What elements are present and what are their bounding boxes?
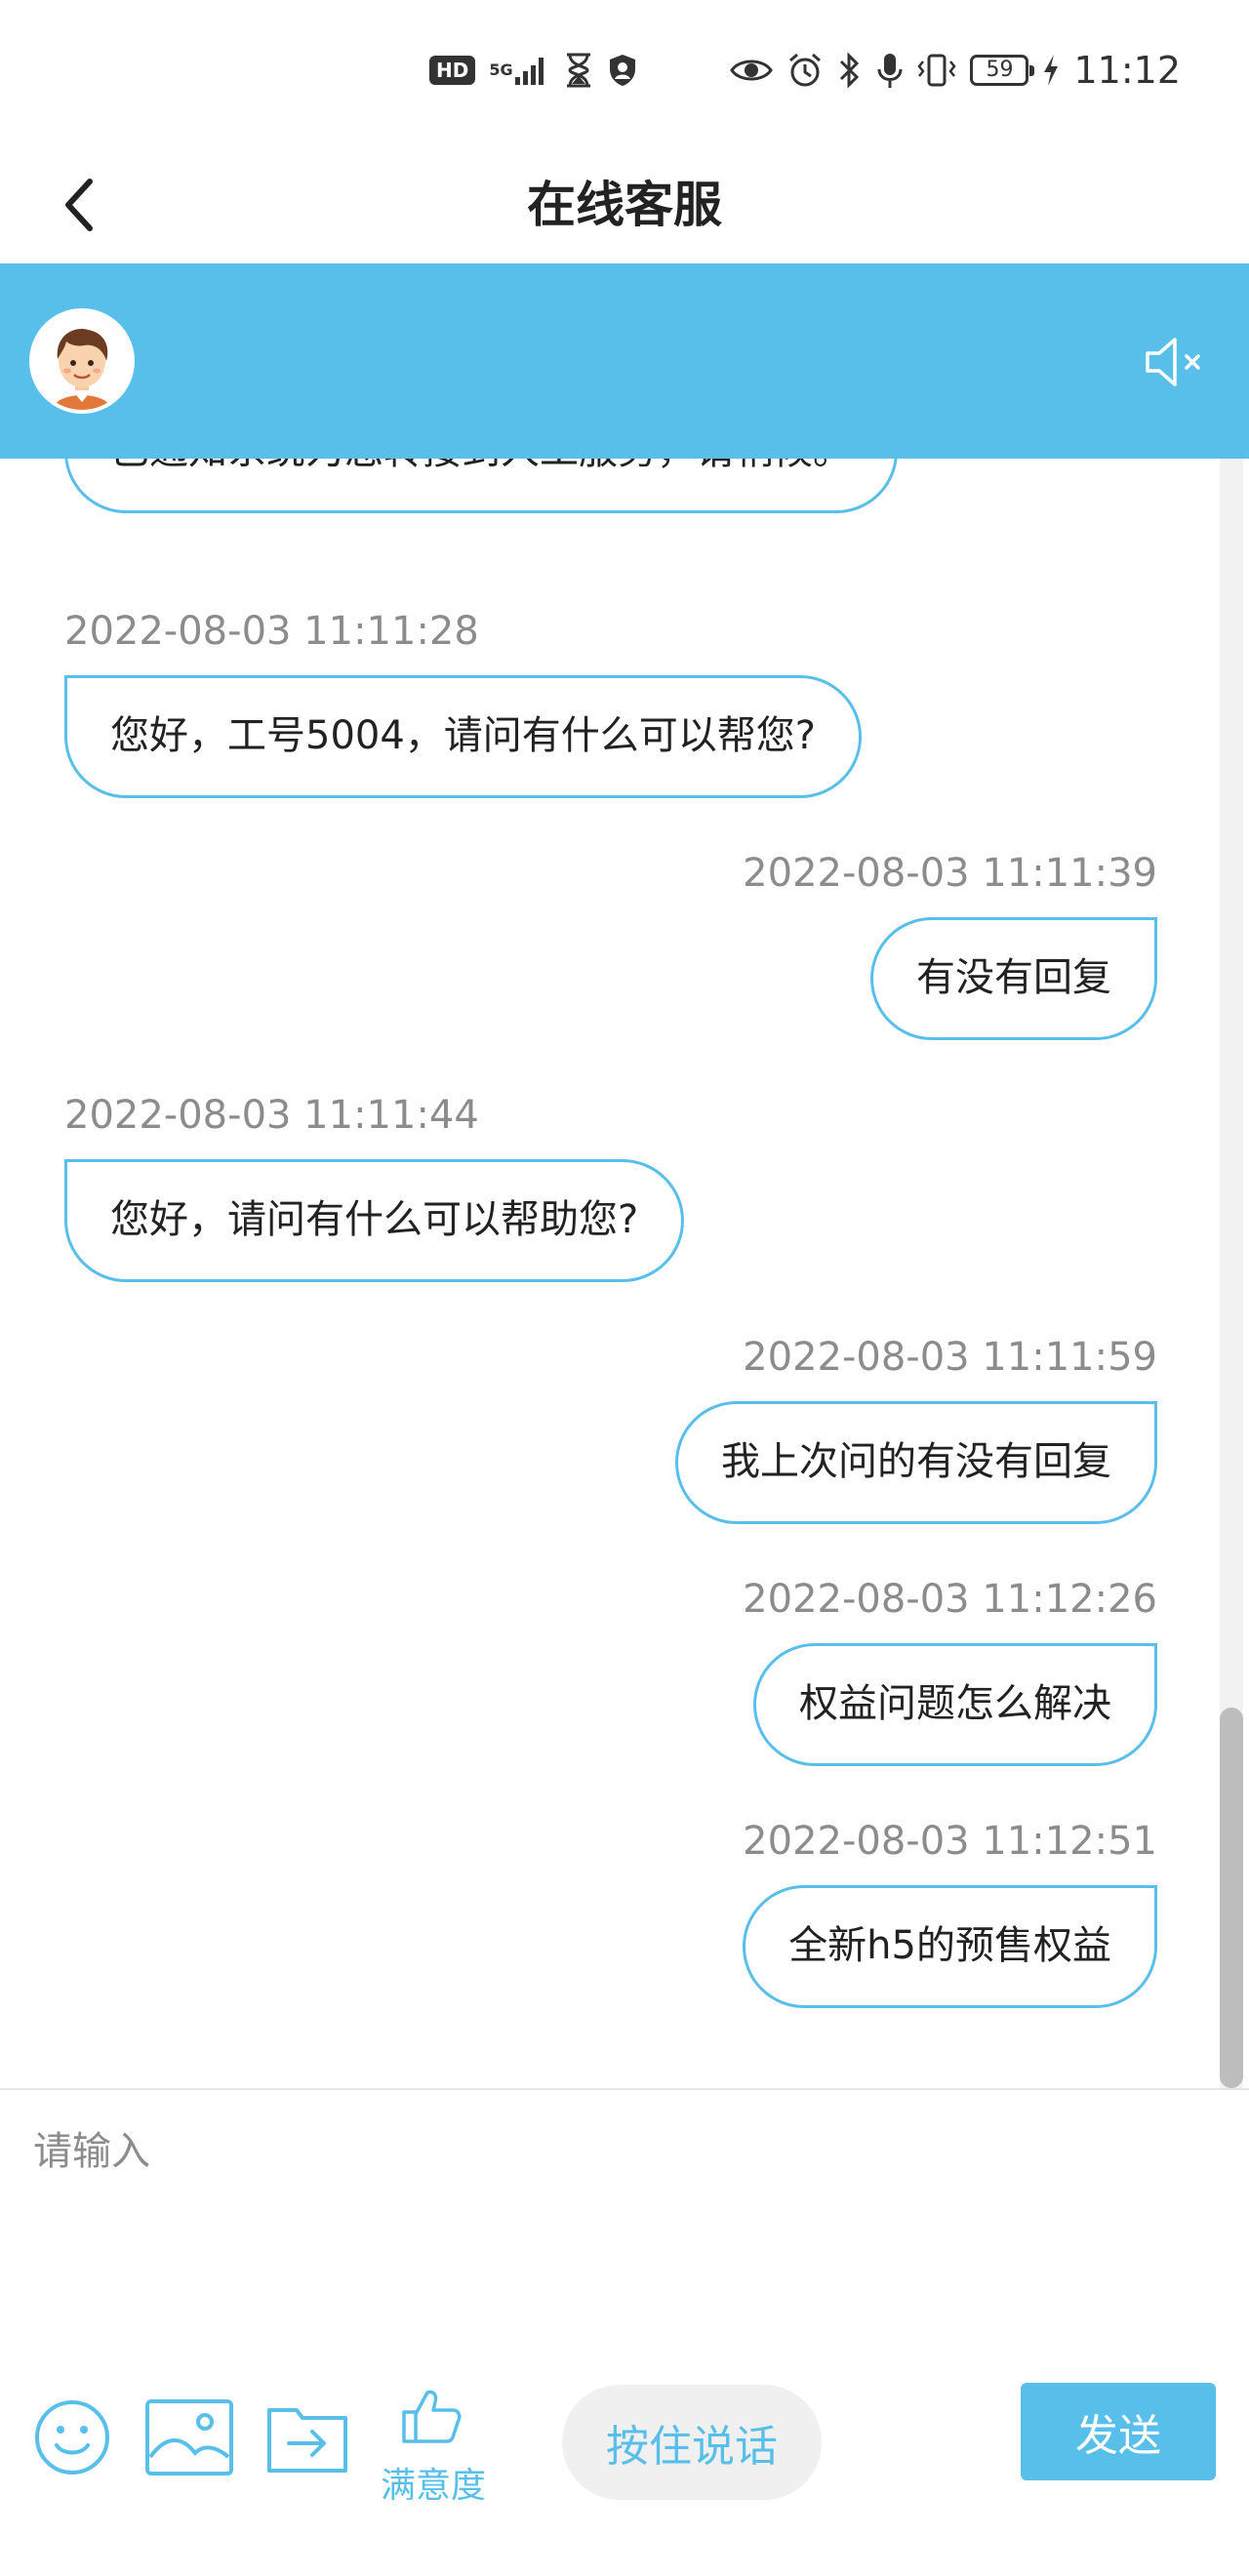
message-item: 2022-08-03 11:12:51 全新h5的预售权益 xyxy=(743,1817,1157,2008)
emoji-icon xyxy=(35,2400,109,2475)
chat-page: HD 5G 59 11:12 在线客服 2022-08-03 11:11:28 … xyxy=(0,0,1249,2576)
scrollbar-thumb[interactable] xyxy=(1220,1708,1243,2088)
signal-icon: 5G xyxy=(489,54,549,87)
alarm-icon xyxy=(786,52,824,89)
shield-icon xyxy=(607,53,638,88)
file-transfer-icon xyxy=(267,2408,347,2473)
image-button[interactable] xyxy=(144,2398,234,2480)
page-title: 在线客服 xyxy=(527,177,722,233)
speaker-mute-icon xyxy=(1146,338,1200,386)
eye-icon xyxy=(730,56,774,85)
title-bar: 在线客服 xyxy=(0,146,1249,263)
hd-icon: HD xyxy=(429,56,476,85)
network-type-label: 5G xyxy=(489,60,513,79)
message-timestamp: 2022-08-03 11:12:26 xyxy=(743,1577,1157,1622)
mute-button[interactable] xyxy=(1142,328,1210,396)
message-timestamp: 2022-08-03 11:11:59 xyxy=(743,1335,1157,1380)
send-button[interactable]: 发送 xyxy=(1021,2383,1216,2480)
rating-label[interactable]: 满意度 xyxy=(381,2457,486,2508)
rating-button[interactable] xyxy=(400,2387,463,2449)
message-item: 2022-08-03 11:11:28 您好，工号5004，请问有什么可以帮您? xyxy=(64,607,863,798)
message-bubble: 您好，请问有什么可以帮助您? xyxy=(64,1159,685,1282)
message-bubble: 全新h5的预售权益 xyxy=(743,1885,1157,2008)
message-timestamp: 2022-08-03 11:11:39 xyxy=(743,851,1157,896)
hourglass-icon xyxy=(564,53,593,88)
message-bubble: 已通知系统为您转接到人工服务，请稍候。 xyxy=(64,459,898,513)
image-icon xyxy=(145,2399,233,2475)
chat-message-list[interactable]: 已通知系统为您转接到人工服务，请稍候。 2022-08-03 11:11:28 … xyxy=(0,459,1249,2088)
message-input[interactable] xyxy=(33,2119,1204,2314)
bluetooth-icon xyxy=(837,52,863,89)
battery-icon: 59 xyxy=(970,55,1035,86)
message-timestamp: 2022-08-03 11:11:44 xyxy=(64,1093,479,1138)
message-item: 2022-08-03 11:11:39 有没有回复 xyxy=(743,849,1157,1040)
message-item: 2022-08-03 11:11:44 您好，请问有什么可以帮助您? xyxy=(64,1091,685,1282)
microphone-icon xyxy=(876,52,904,89)
vibrate-icon xyxy=(917,52,957,89)
hold-to-talk-button[interactable]: 按住说话 xyxy=(562,2385,822,2500)
message-bubble: 有没有回复 xyxy=(870,917,1157,1040)
message-item: 2022-08-03 11:12:26 权益问题怎么解决 xyxy=(743,1575,1157,1766)
thumbs-up-icon xyxy=(402,2390,462,2443)
message-timestamp: 2022-08-03 11:11:28 xyxy=(64,609,479,654)
composer: 满意度 按住说话 发送 xyxy=(0,2088,1249,2576)
message-bubble: 您好，工号5004，请问有什么可以帮您? xyxy=(64,675,863,798)
agent-banner xyxy=(0,263,1249,459)
charging-icon xyxy=(1042,53,1060,88)
message-timestamp: 2022-08-03 11:12:51 xyxy=(743,1819,1157,1864)
message-bubble: 权益问题怎么解决 xyxy=(753,1643,1157,1766)
emoji-button[interactable] xyxy=(33,2398,111,2480)
clock: 11:12 xyxy=(1073,49,1181,92)
message-bubble: 我上次问的有没有回复 xyxy=(675,1401,1157,1524)
status-bar: HD 5G 59 11:12 xyxy=(0,0,1249,146)
message-item: 已通知系统为您转接到人工服务，请稍候。 xyxy=(64,459,898,513)
file-button[interactable] xyxy=(265,2400,349,2478)
agent-avatar xyxy=(33,312,131,410)
message-item: 2022-08-03 11:11:59 我上次问的有没有回复 xyxy=(675,1333,1157,1524)
